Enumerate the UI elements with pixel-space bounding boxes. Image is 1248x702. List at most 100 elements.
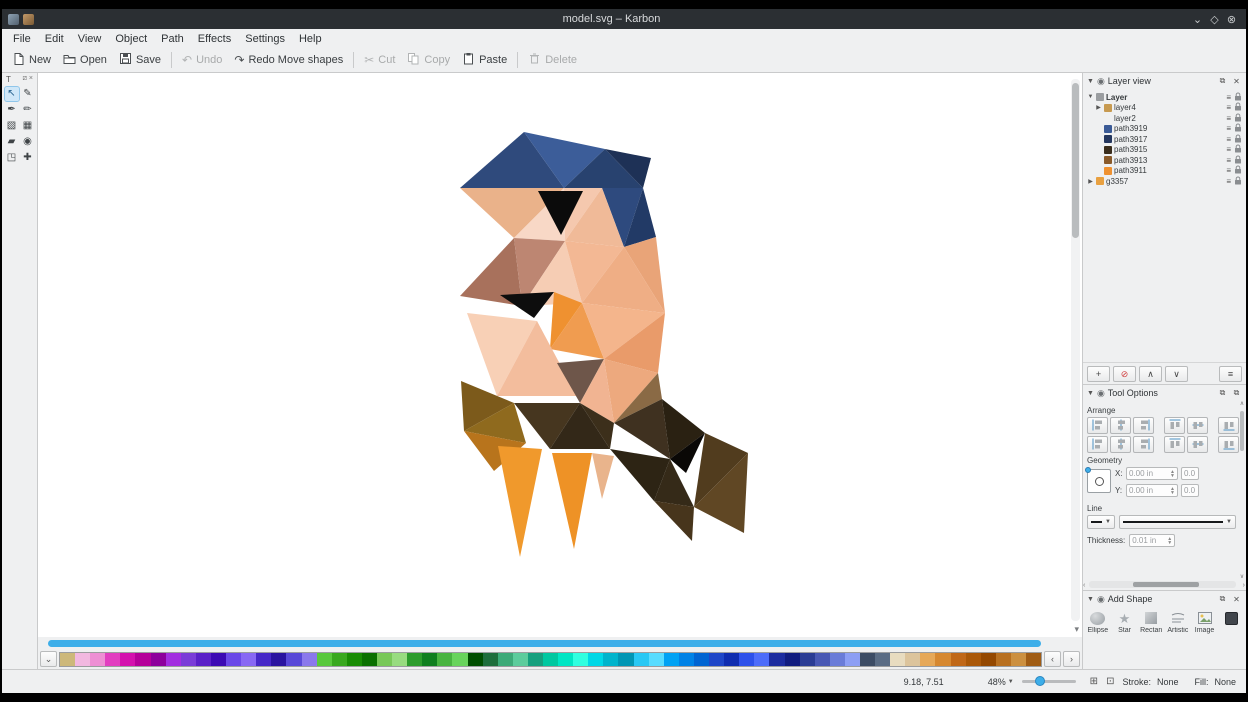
palette-next-button[interactable]: › xyxy=(1063,651,1080,667)
align-bottom-button[interactable] xyxy=(1218,417,1239,434)
close-panel-icon[interactable]: ✕ xyxy=(1231,77,1242,86)
select-tool[interactable]: ↖ xyxy=(5,87,19,101)
palette-prev-button[interactable]: ‹ xyxy=(1044,651,1061,667)
layer-row-layer2[interactable]: layer2≡ xyxy=(1085,113,1244,124)
zoom-slider[interactable] xyxy=(1022,680,1076,683)
color-swatch-24[interactable] xyxy=(422,653,437,666)
canvas-scroll-down-icon[interactable]: ▾ xyxy=(1074,624,1079,635)
color-swatch-22[interactable] xyxy=(392,653,407,666)
visibility-icon[interactable]: ≡ xyxy=(1226,124,1231,133)
distribute-hcenter-button[interactable] xyxy=(1110,436,1131,453)
color-swatch-40[interactable] xyxy=(664,653,679,666)
layer-row-path3913[interactable]: path3913≡ xyxy=(1085,155,1244,166)
scroll-up-icon[interactable]: ∧ xyxy=(1239,401,1245,407)
ellipse-shape-item[interactable]: Ellipse xyxy=(1086,610,1110,634)
color-swatch-4[interactable] xyxy=(120,653,135,666)
lock-icon[interactable] xyxy=(1234,176,1242,187)
color-swatch-16[interactable] xyxy=(302,653,317,666)
rectan-shape-item[interactable]: Rectan xyxy=(1139,610,1163,634)
color-swatch-54[interactable] xyxy=(875,653,890,666)
color-swatch-46[interactable] xyxy=(754,653,769,666)
view-mode-button[interactable]: ≡ xyxy=(1219,366,1242,382)
bird-polygon-33[interactable] xyxy=(498,446,542,557)
color-swatch-58[interactable] xyxy=(935,653,950,666)
thickness-spinbox[interactable]: 0.01 in▲▼ xyxy=(1129,534,1175,547)
pencil-tool[interactable]: ✏ xyxy=(21,103,35,117)
redo-move-shapes-button[interactable]: ↷Redo Move shapes xyxy=(228,51,349,69)
tree-expander-icon[interactable]: ▶ xyxy=(1087,178,1094,185)
canvas-vscroll-thumb[interactable] xyxy=(1072,83,1079,238)
menu-help[interactable]: Help xyxy=(292,31,329,47)
line-style-dropdown[interactable]: ▼ xyxy=(1119,515,1236,529)
color-swatch-0[interactable] xyxy=(60,653,75,666)
color-swatch-33[interactable] xyxy=(558,653,573,666)
layer-row-path3919[interactable]: path3919≡ xyxy=(1085,124,1244,135)
lock-icon[interactable] xyxy=(1234,92,1242,103)
x-position-spinbox[interactable]: 0.00 in▲▼ xyxy=(1126,467,1178,480)
position-anchor-widget[interactable] xyxy=(1087,469,1111,493)
minimize-button[interactable]: ⌄ xyxy=(1189,13,1206,26)
tree-expander-icon[interactable]: ▼ xyxy=(1087,94,1094,100)
close-button[interactable]: ⊗ xyxy=(1223,13,1240,26)
lock-icon[interactable] xyxy=(1234,134,1242,145)
close-panel-icon[interactable]: ⧉ xyxy=(1231,388,1242,398)
delete-layer-button[interactable]: ⊘ xyxy=(1113,366,1136,382)
lower-layer-button[interactable]: ∨ xyxy=(1165,366,1188,382)
color-swatch-18[interactable] xyxy=(332,653,347,666)
color-swatch-3[interactable] xyxy=(105,653,120,666)
fit-width-icon[interactable]: ⊡ xyxy=(1106,676,1114,687)
panel-vertical-scrollbar[interactable] xyxy=(1239,403,1245,578)
color-swatch-47[interactable] xyxy=(769,653,784,666)
color-swatch-59[interactable] xyxy=(951,653,966,666)
lock-icon[interactable] xyxy=(1234,155,1242,166)
color-swatch-20[interactable] xyxy=(362,653,377,666)
new-button[interactable]: New xyxy=(6,50,57,70)
width-spinbox[interactable]: 0.0 xyxy=(1181,467,1199,480)
float-panel-icon[interactable]: ⧉ xyxy=(1217,594,1228,604)
layer-row-path3911[interactable]: path3911≡ xyxy=(1085,166,1244,177)
scroll-down-icon[interactable]: ∨ xyxy=(1239,573,1245,580)
align-left-button[interactable] xyxy=(1087,417,1108,434)
color-swatch-25[interactable] xyxy=(437,653,452,666)
canvas[interactable]: ▾ xyxy=(38,73,1082,637)
anchor-center-circle[interactable] xyxy=(1095,477,1104,486)
color-swatch-62[interactable] xyxy=(996,653,1011,666)
color-swatch-30[interactable] xyxy=(513,653,528,666)
anchor-selected-dot[interactable] xyxy=(1085,467,1091,473)
align-right-button[interactable] xyxy=(1133,417,1154,434)
align-top-button[interactable] xyxy=(1164,417,1185,434)
zoom-slider-knob[interactable] xyxy=(1035,676,1045,686)
tool-dock-close-icon[interactable]: × xyxy=(29,75,33,84)
pan-tool[interactable]: ✚ xyxy=(21,151,35,165)
distribute-top-button[interactable] xyxy=(1164,436,1185,453)
color-swatch-28[interactable] xyxy=(483,653,498,666)
menu-settings[interactable]: Settings xyxy=(238,31,292,47)
lock-icon[interactable] xyxy=(1234,165,1242,176)
pattern-tool[interactable]: ▦ xyxy=(21,119,35,133)
node-edit-tool[interactable]: ✎ xyxy=(21,87,35,101)
color-swatch-60[interactable] xyxy=(966,653,981,666)
color-swatch-15[interactable] xyxy=(286,653,301,666)
color-swatch-64[interactable] xyxy=(1026,653,1041,666)
collapse-caret-icon[interactable]: ▼ xyxy=(1087,596,1094,603)
visibility-icon[interactable]: ≡ xyxy=(1226,145,1231,154)
artwork-lowpoly-bird[interactable] xyxy=(38,73,1068,633)
color-swatch-44[interactable] xyxy=(724,653,739,666)
visibility-icon[interactable]: ≡ xyxy=(1226,103,1231,112)
color-swatch-2[interactable] xyxy=(90,653,105,666)
canvas-hscroll-thumb[interactable] xyxy=(48,640,1041,647)
gradient-tool[interactable]: ▧ xyxy=(5,119,19,133)
menu-path[interactable]: Path xyxy=(154,31,191,47)
save-button[interactable]: Save xyxy=(113,50,167,70)
color-swatch-63[interactable] xyxy=(1011,653,1026,666)
close-panel-icon[interactable]: ✕ xyxy=(1231,595,1242,604)
panel-horizontal-scrollbar[interactable] xyxy=(1089,581,1236,588)
color-swatch-41[interactable] xyxy=(679,653,694,666)
fill-tool[interactable]: ◉ xyxy=(21,135,35,149)
open-button[interactable]: Open xyxy=(57,50,113,70)
float-panel-icon[interactable]: ⧉ xyxy=(1217,388,1228,398)
pattern-swatch-shape-item[interactable] xyxy=(1219,610,1243,627)
crop-tool[interactable]: ◳ xyxy=(5,151,19,165)
color-swatch-6[interactable] xyxy=(151,653,166,666)
scroll-left-icon[interactable]: ‹ xyxy=(1083,582,1085,589)
